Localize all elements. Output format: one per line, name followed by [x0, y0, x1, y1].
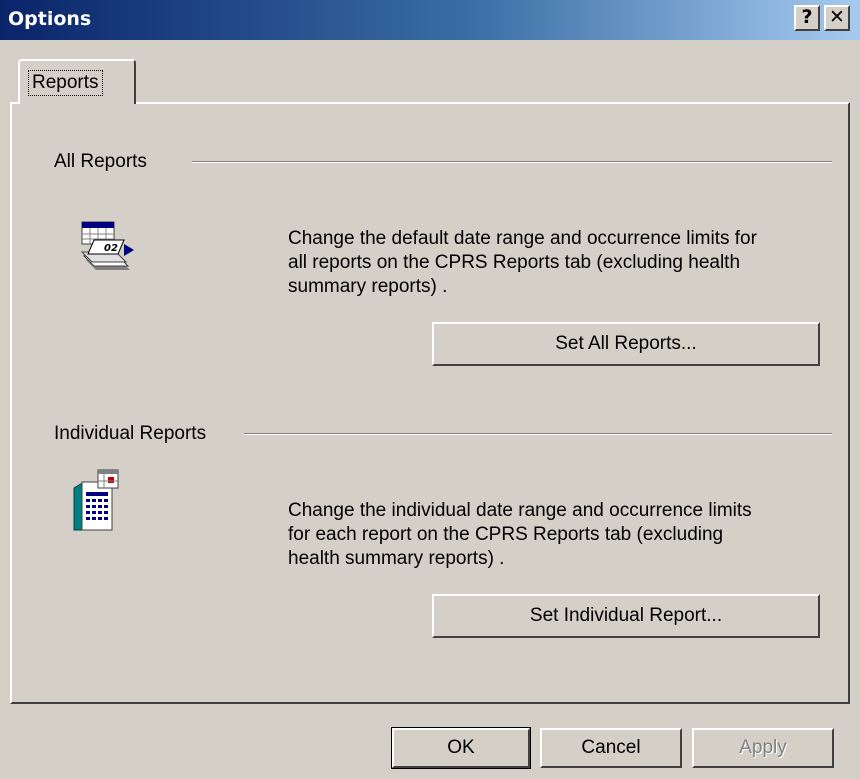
help-icon: ? [801, 6, 813, 28]
individual-reports-heading: Individual Reports [54, 423, 215, 445]
individual-reports-description-line: Change the individual date range and occ… [288, 500, 752, 521]
tab-reports-label: Reports [28, 70, 103, 96]
close-icon: ✕ [829, 6, 845, 28]
help-button[interactable]: ? [794, 5, 820, 31]
cancel-label: Cancel [581, 737, 641, 758]
individual-reports-divider [244, 433, 832, 435]
all-reports-divider [192, 161, 832, 163]
apply-label: Apply [739, 737, 787, 758]
all-reports-heading: All Reports [54, 151, 155, 173]
window-title: Options [8, 8, 92, 30]
report-calendar-icon [73, 469, 119, 531]
apply-button[interactable]: Apply [692, 728, 834, 768]
ok-label: OK [447, 737, 475, 758]
set-all-reports-label: Set All Reports... [555, 333, 697, 354]
title-bar: Options ? ✕ [0, 0, 860, 40]
tab-panel-reports: All Reports 02 Change the default date r… [10, 102, 850, 704]
set-individual-report-button[interactable]: Set Individual Report... [432, 594, 820, 638]
all-reports-description-line: Change the default date range and occurr… [288, 228, 757, 249]
individual-reports-description-line: for each report on the CPRS Reports tab … [288, 524, 724, 545]
svg-text:02: 02 [104, 243, 118, 254]
report-date-icon: 02 [80, 221, 134, 270]
individual-reports-description-line: health summary reports) . [288, 548, 505, 569]
close-button[interactable]: ✕ [824, 5, 850, 31]
cancel-button[interactable]: Cancel [540, 728, 682, 768]
individual-reports-description: Change the individual date range and occ… [288, 499, 752, 571]
ok-button[interactable]: OK [391, 727, 531, 769]
tab-reports[interactable]: Reports [18, 59, 136, 104]
all-reports-description: Change the default date range and occurr… [288, 227, 757, 299]
set-all-reports-button[interactable]: Set All Reports... [432, 322, 820, 366]
all-reports-description-line: all reports on the CPRS Reports tab (exc… [288, 252, 741, 273]
all-reports-description-line: summary reports) . [288, 276, 448, 297]
set-individual-report-label: Set Individual Report... [529, 605, 723, 626]
